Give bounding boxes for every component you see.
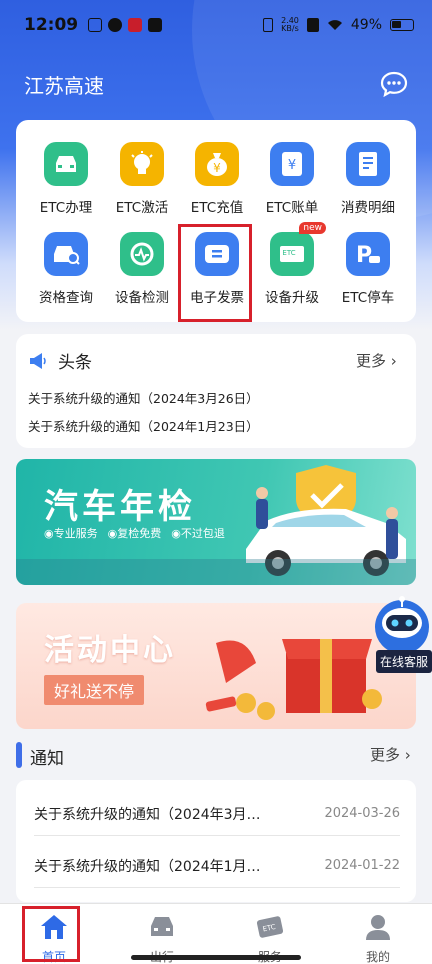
svg-text:P: P: [356, 243, 372, 268]
svg-text:ETC: ETC: [282, 249, 295, 257]
service-consumption-detail[interactable]: 消费明细: [328, 120, 408, 216]
notices-title: 通知: [30, 749, 64, 769]
service-etc-activate[interactable]: ETC激活: [102, 120, 182, 216]
headlines-more-link[interactable]: 更多 ›: [356, 350, 397, 371]
parking-icon: P: [346, 232, 390, 276]
message-button[interactable]: [380, 70, 408, 98]
service-eligibility-query[interactable]: 资格查询: [26, 210, 106, 306]
net-speed: 2.40 KB/s: [281, 16, 299, 33]
activity-banner[interactable]: 活动中心 好礼送不停: [16, 603, 416, 729]
svg-text:¥: ¥: [213, 161, 221, 175]
service-device-upgrade[interactable]: ETC new 设备升级: [252, 210, 332, 306]
notice-item[interactable]: 关于系统升级的通知（2024年1月… 2024-01-22: [34, 838, 400, 888]
notice-text: 关于系统升级的通知（2024年1月…: [34, 859, 261, 875]
section-indicator: [16, 742, 22, 768]
tab-mine[interactable]: 我的: [324, 904, 432, 964]
headline-item[interactable]: 关于系统升级的通知（2024年1月23日）: [28, 416, 259, 435]
banner-tag: ◉不过包退: [171, 527, 225, 540]
status-time: 12:09: [24, 15, 79, 35]
app-notification-icon: [128, 18, 143, 32]
service-e-invoice[interactable]: 电子发票: [177, 210, 257, 306]
road-strip: [16, 559, 416, 585]
headlines-title: 头条: [58, 353, 92, 373]
service-device-check[interactable]: 设备检测: [102, 210, 182, 306]
service-etc-bill[interactable]: ¥ ETC账单: [252, 120, 332, 216]
device-check-icon: [120, 232, 164, 276]
tiktok-icon: [148, 18, 163, 32]
money-bag-icon: ¥: [195, 142, 239, 186]
battery-icon: [390, 19, 414, 31]
person-icon: [366, 915, 390, 940]
status-right: 2.40 KB/s 49%: [263, 17, 414, 33]
etc-card-icon: ETC new: [270, 222, 326, 276]
robot-icon: [375, 596, 429, 654]
svg-text:¥: ¥: [288, 158, 296, 173]
notice-text: 关于系统升级的通知（2024年3月…: [34, 807, 261, 823]
activity-banner-subtitle: 好礼送不停: [44, 675, 145, 705]
car-icon: [44, 142, 88, 186]
headlines-card: 头条 更多 › 关于系统升级的通知（2024年3月26日） 关于系统升级的通知（…: [16, 334, 416, 448]
vibrate-icon: [263, 18, 274, 32]
notices-more-link[interactable]: 更多 ›: [370, 744, 411, 765]
gift-illustration: [205, 639, 382, 720]
status-bar: 12:09 2.40 KB/s 49%: [0, 0, 432, 50]
receipt-icon: [346, 142, 390, 186]
banner-tag: ◉复检免费: [107, 527, 162, 540]
chevron-right-icon: ›: [390, 352, 397, 370]
app-notification-icon: [88, 18, 103, 32]
inspection-banner[interactable]: 汽车年检 ◉专业服务 ◉复检免费 ◉不过包退: [16, 459, 416, 585]
chat-bubble-icon: [380, 71, 408, 98]
inspection-banner-tags: ◉专业服务 ◉复检免费 ◉不过包退: [44, 525, 225, 541]
etc-card-icon: ETC: [256, 916, 284, 938]
home-indicator: [131, 955, 301, 960]
wifi-icon: [327, 20, 342, 30]
megaphone-icon: [30, 352, 46, 369]
car-search-icon: [44, 232, 88, 276]
chevron-right-icon: ›: [404, 746, 411, 764]
notification-icons: [88, 18, 163, 32]
notice-date: 2024-03-26: [324, 806, 400, 821]
customer-service-label[interactable]: 在线客服: [376, 650, 432, 673]
sim-x-icon: [306, 18, 319, 32]
service-etc-recharge[interactable]: ¥ ETC充值: [177, 120, 257, 216]
notices-header: 通知 更多 ›: [16, 738, 416, 772]
notices-card: 关于系统升级的通知（2024年3月… 2024-03-26 关于系统升级的通知（…: [16, 780, 416, 902]
service-grid: ETC办理 ETC激活 ¥ ETC充值 ¥ ETC账单 消费明细 资格查询 设备…: [16, 120, 416, 322]
notice-item[interactable]: 关于系统升级的通知（2024年3月… 2024-03-26: [34, 786, 400, 836]
service-etc-apply[interactable]: ETC办理: [26, 120, 106, 216]
new-badge: new: [299, 222, 326, 234]
banner-tag: ◉专业服务: [44, 527, 98, 540]
invoice-icon: [195, 232, 239, 276]
battery-percent: 49%: [350, 17, 382, 33]
service-etc-parking[interactable]: P ETC停车: [328, 210, 408, 306]
car-icon: [151, 917, 173, 936]
app-title: 江苏高速: [24, 74, 104, 98]
inspection-banner-title: 汽车年检: [44, 487, 196, 527]
headline-item[interactable]: 关于系统升级的通知（2024年3月26日）: [28, 388, 259, 407]
tab-home[interactable]: 首页: [0, 904, 108, 964]
headlines-header: 头条: [28, 348, 92, 373]
activity-banner-title: 活动中心: [44, 633, 176, 668]
notice-date: 2024-01-22: [324, 858, 400, 873]
home-icon: [41, 915, 67, 939]
lightbulb-icon: [120, 142, 164, 186]
yen-bill-icon: ¥: [270, 142, 314, 186]
app-notification-icon: [108, 18, 123, 32]
